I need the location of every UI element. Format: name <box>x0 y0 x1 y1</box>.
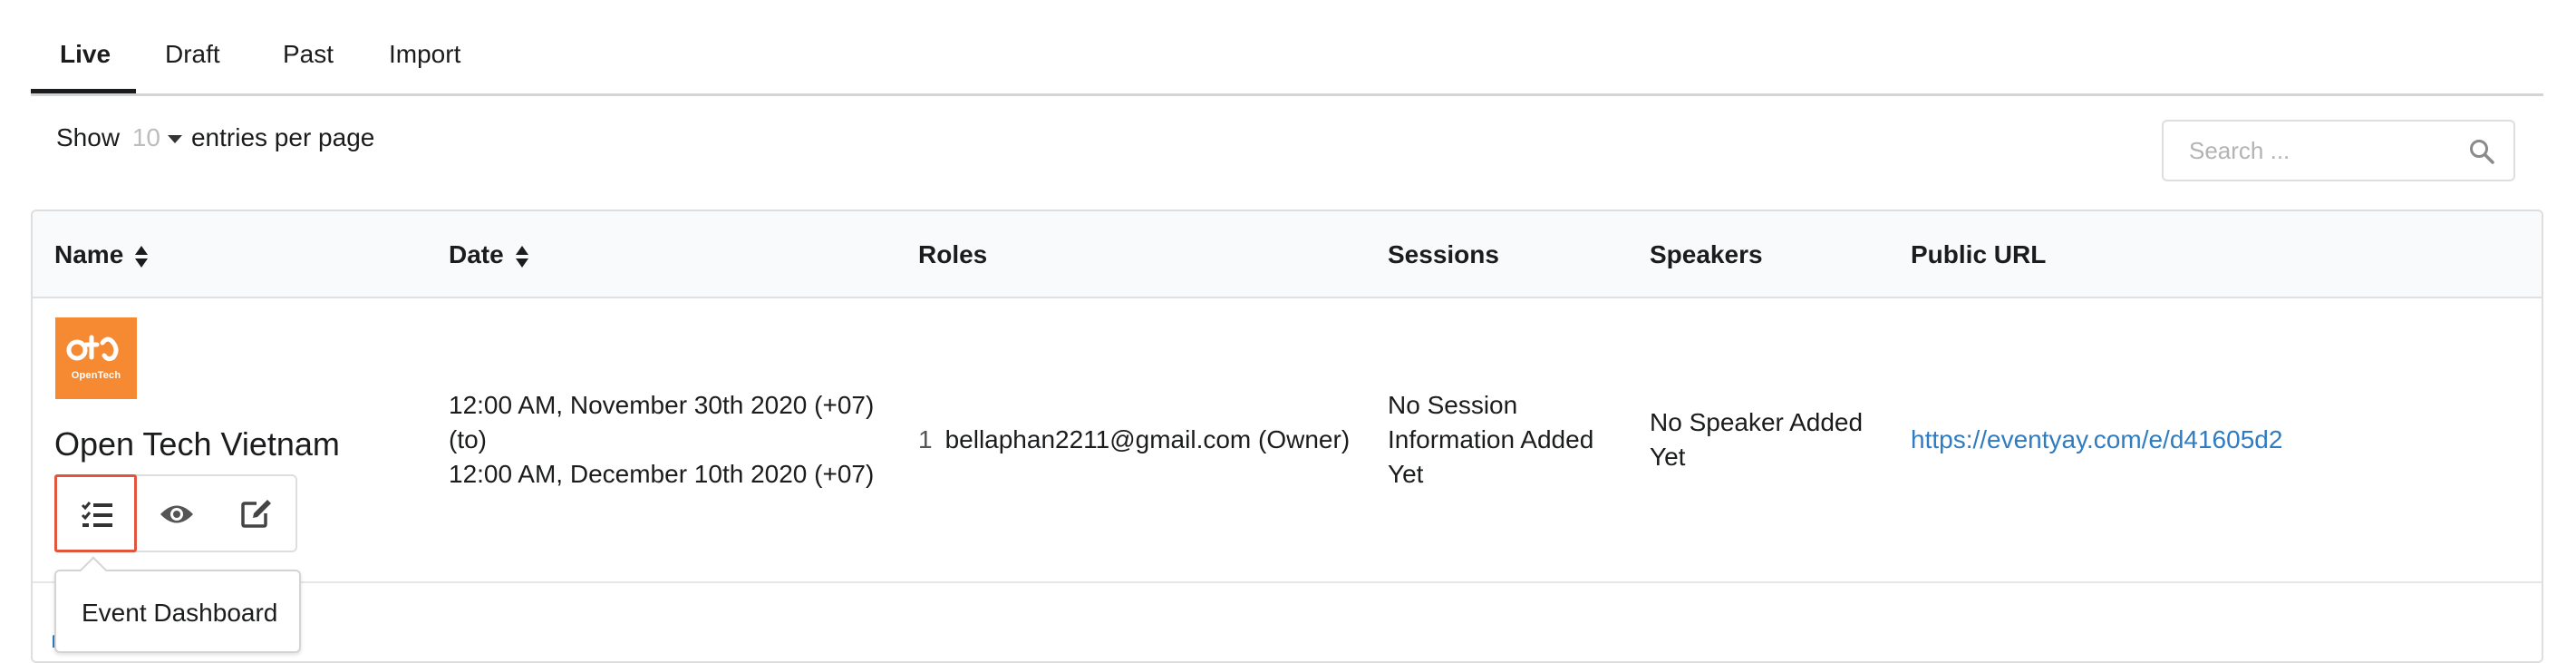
role-index: 1 <box>918 425 933 453</box>
header-name-label: Name <box>54 240 124 268</box>
header-date[interactable]: Date <box>449 237 529 273</box>
header-public-url: Public URL <box>1911 240 2047 268</box>
row-divider <box>33 581 2542 583</box>
entries-suffix: entries per page <box>190 123 375 151</box>
header-date-label: Date <box>449 240 504 268</box>
header-roles: Roles <box>918 240 988 268</box>
tab-draft[interactable]: Draft <box>165 36 220 94</box>
event-logo: OpenTech <box>55 317 137 399</box>
active-tab-indicator <box>31 89 136 93</box>
view-event-button[interactable] <box>137 476 217 551</box>
event-name: Open Tech Vietnam <box>54 425 340 463</box>
event-speakers: No Speaker Added Yet <box>1650 408 1864 471</box>
tooltip-text: Event Dashboard <box>82 599 278 627</box>
header-sessions: Sessions <box>1388 240 1499 268</box>
search-input[interactable] <box>2164 122 2513 180</box>
event-roles: 1 bellaphan2211@gmail.com (Owner) <box>918 423 1350 457</box>
tooltip: Event Dashboard <box>54 556 301 653</box>
table-header: Name Date Roles Sessions Speakers Public… <box>33 211 2542 298</box>
opentech-logo-icon <box>66 335 119 362</box>
entries-per-page: Show 10 entries per page <box>56 120 374 156</box>
sort-icon[interactable] <box>515 245 529 268</box>
date-start: 12:00 AM, November 30th 2020 (+07) <box>449 391 875 419</box>
events-table: Name Date Roles Sessions Speakers Public… <box>31 210 2543 663</box>
edit-event-button[interactable] <box>217 476 296 551</box>
tasks-icon <box>81 502 112 527</box>
header-name[interactable]: Name <box>54 237 149 273</box>
tab-past[interactable]: Past <box>283 36 334 94</box>
eye-icon <box>160 505 193 523</box>
event-sessions: No Session Information Added Yet <box>1388 391 1594 488</box>
event-public-url: https://eventyay.com/e/d41605d2 <box>1911 423 2282 457</box>
logo-text: OpenTech <box>71 370 121 381</box>
search-icon[interactable] <box>2468 138 2495 165</box>
sort-icon[interactable] <box>134 245 149 268</box>
edit-icon <box>241 500 271 528</box>
tab-import[interactable]: Import <box>389 36 460 94</box>
date-end: 12:00 AM, December 10th 2020 (+07) <box>449 460 875 488</box>
tab-live[interactable]: Live <box>60 36 111 94</box>
event-actions <box>54 474 297 552</box>
event-date: 12:00 AM, November 30th 2020 (+07) (to) … <box>449 388 920 492</box>
role-email: bellaphan2211@gmail.com (Owner) <box>944 425 1351 453</box>
event-tabs: Live Draft Past Import <box>31 0 2543 96</box>
event-dashboard-button[interactable] <box>54 474 137 552</box>
chevron-down-icon[interactable] <box>167 135 182 144</box>
public-url-link[interactable]: https://eventyay.com/e/d41605d2 <box>1911 425 2282 453</box>
entries-select[interactable]: 10 <box>132 123 160 151</box>
date-to: (to) <box>449 425 487 453</box>
header-speakers: Speakers <box>1650 240 1763 268</box>
entries-prefix: Show <box>56 123 121 151</box>
search-box <box>2162 120 2515 181</box>
